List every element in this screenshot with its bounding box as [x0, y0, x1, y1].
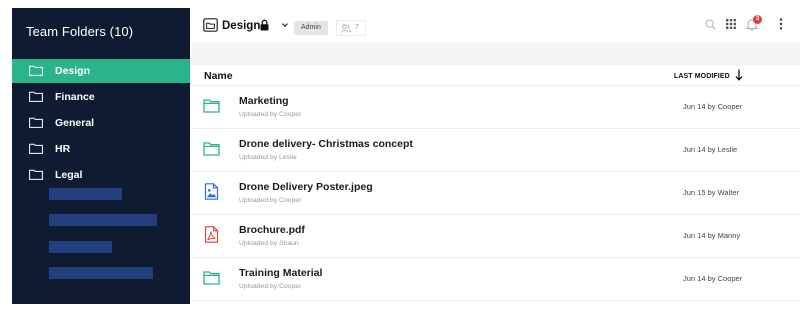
column-header-last-modified[interactable]: LAST MODIFIED [674, 73, 730, 80]
file-name[interactable]: Drone Delivery Poster.jpeg [239, 181, 373, 193]
uploaded-by: Uploaded by Cooper [239, 197, 302, 204]
uploaded-by: Uploaded by Cooper [239, 283, 302, 290]
sidebar-item-label: Finance [55, 91, 95, 103]
last-modified: Jun 15 by Walter [683, 188, 739, 197]
team-folders-sidebar: Team Folders (10) Design Finance General… [12, 8, 190, 304]
sidebar-item-design[interactable]: Design [12, 59, 190, 83]
apps-grid-icon[interactable] [726, 19, 736, 29]
sidebar-item-general[interactable]: General [12, 111, 190, 135]
page-title: Design [222, 20, 261, 32]
column-header-name[interactable]: Name [204, 70, 233, 82]
members-button[interactable]: 7 [336, 20, 366, 36]
file-row-brochure[interactable]: Brochure.pdf Uploaded by Shaun Jun 14 by… [192, 215, 800, 257]
notification-badge: 3 [753, 15, 762, 24]
uploaded-by: Uploaded by Cooper [239, 111, 302, 118]
uploaded-by: Uploaded by Leslie [239, 154, 297, 161]
folder-icon [203, 18, 218, 32]
file-name[interactable]: Drone delivery- Christmas concept [239, 138, 413, 150]
sidebar-item-hr[interactable]: HR [12, 137, 190, 161]
image-file-icon [204, 183, 219, 200]
file-row-marketing[interactable]: Marketing Uploaded by Cooper Jun 14 by C… [192, 86, 800, 128]
role-badge: Admin [294, 21, 328, 35]
members-icon [341, 24, 351, 33]
last-modified: Jun 14 by Manny [683, 231, 741, 240]
folder-icon [29, 117, 43, 128]
folder-icon [203, 271, 220, 285]
file-row-drone-poster[interactable]: Drone Delivery Poster.jpeg Uploaded by C… [192, 172, 800, 214]
file-name[interactable]: Marketing [239, 95, 289, 107]
sidebar-item-legal[interactable]: Legal [12, 163, 190, 187]
placeholder-bar [49, 214, 157, 226]
uploaded-by: Uploaded by Shaun [239, 240, 299, 247]
divider [192, 300, 800, 301]
sidebar-item-label: Legal [55, 169, 83, 181]
pdf-file-icon [204, 226, 219, 243]
folder-icon [29, 91, 43, 102]
sort-down-arrow-icon[interactable] [735, 69, 743, 81]
sidebar-item-label: General [55, 117, 95, 129]
last-modified: Jun 14 by Leslie [683, 145, 738, 154]
folder-icon [29, 143, 43, 154]
file-name[interactable]: Training Material [239, 267, 322, 279]
sidebar-title: Team Folders (10) [26, 24, 134, 39]
search-icon[interactable] [705, 19, 716, 30]
file-name[interactable]: Brochure.pdf [239, 224, 305, 236]
placeholder-bar [49, 188, 122, 200]
folder-icon [203, 142, 220, 156]
toolbar-band [192, 43, 800, 66]
folder-icon [203, 99, 220, 113]
last-modified: Jun 14 by Cooper [683, 102, 743, 111]
placeholder-bar [49, 267, 153, 279]
sidebar-item-label: HR [55, 143, 71, 155]
more-vertical-icon[interactable] [779, 18, 783, 30]
folder-icon [29, 169, 43, 180]
placeholder-bar [49, 241, 112, 253]
file-row-training-material[interactable]: Training Material Uploaded by Cooper Jun… [192, 258, 800, 300]
lock-icon [260, 19, 269, 31]
member-count: 7 [355, 24, 359, 31]
folder-icon [29, 65, 43, 76]
sidebar-item-label: Design [55, 65, 91, 77]
sidebar-item-finance[interactable]: Finance [12, 85, 190, 109]
file-row-drone-delivery-christmas[interactable]: Drone delivery- Christmas concept Upload… [192, 129, 800, 171]
last-modified: Jun 14 by Cooper [683, 274, 743, 283]
chevron-down-icon[interactable] [281, 21, 289, 29]
